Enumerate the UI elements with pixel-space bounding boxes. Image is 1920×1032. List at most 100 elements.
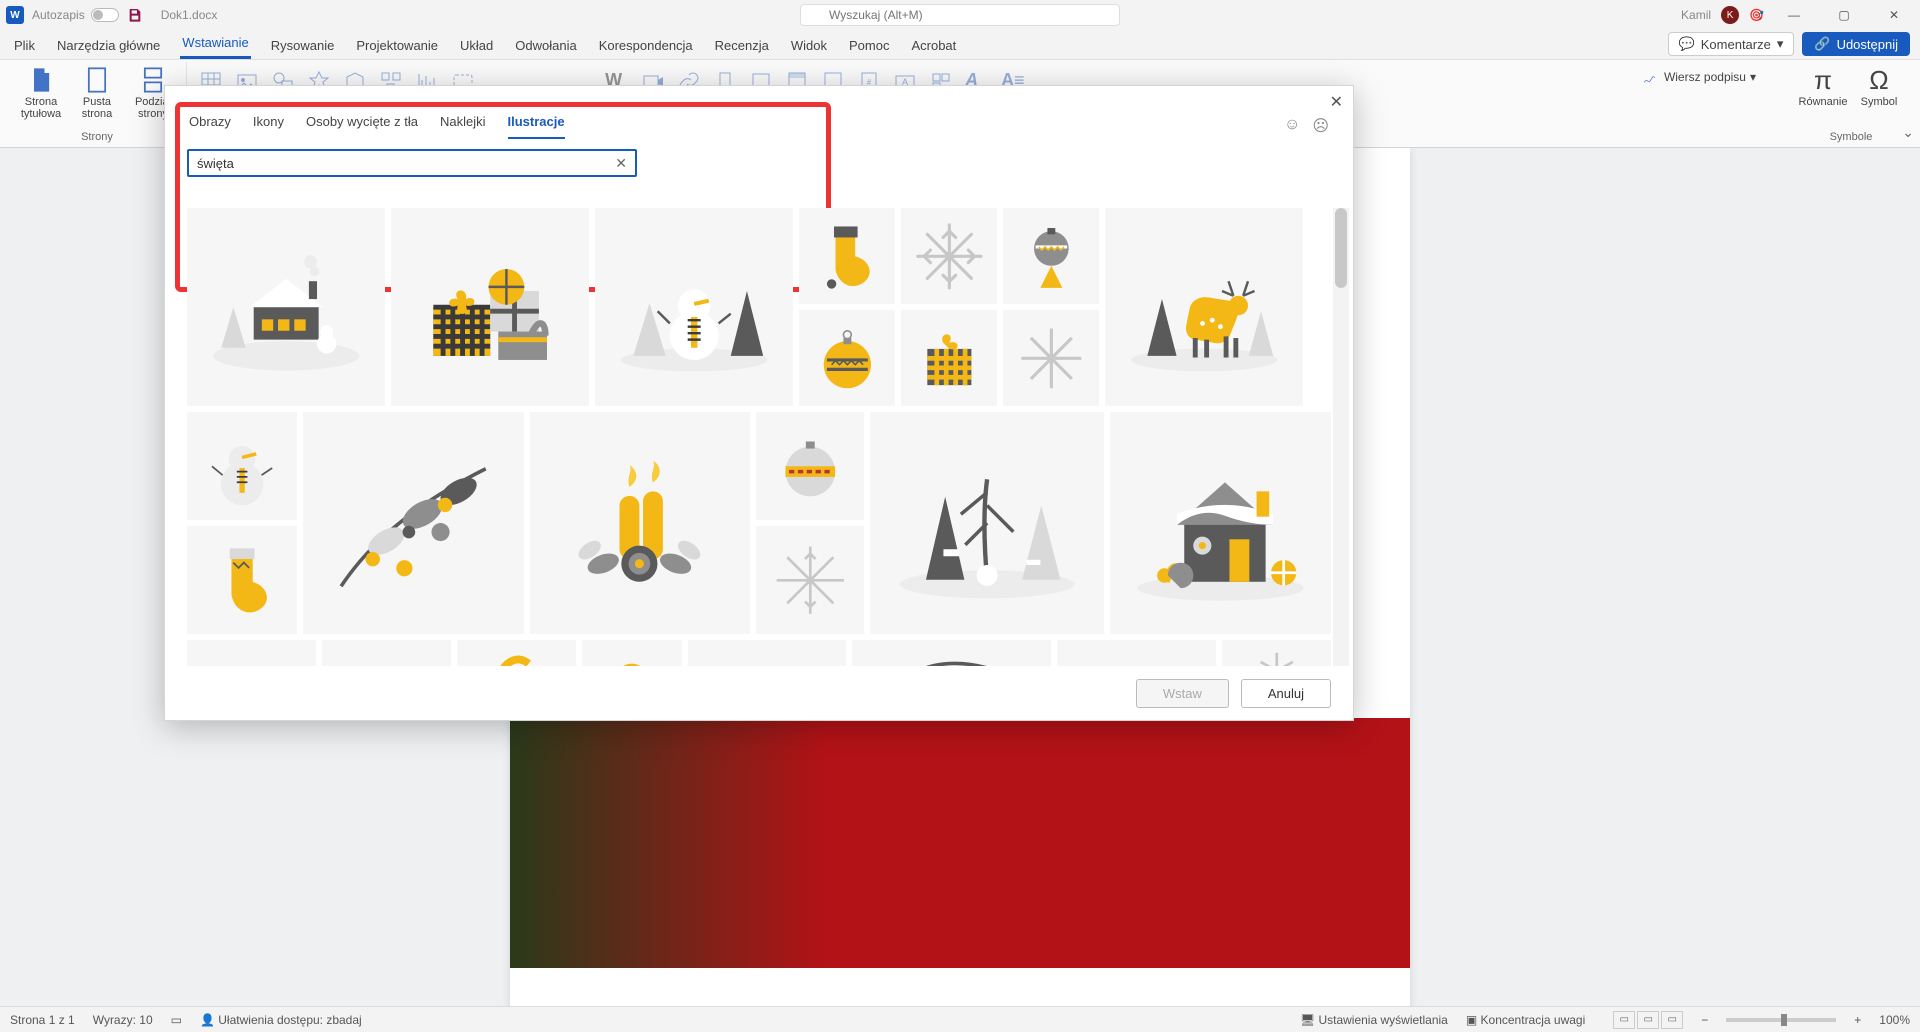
tab-recenzja[interactable]: Recenzja <box>713 32 771 59</box>
stocking-icon <box>808 217 887 296</box>
ribbon-group-strony: Strona tytułowa Pusta strona Podział str… <box>8 62 187 147</box>
gallery-scrollbar[interactable] <box>1333 208 1349 666</box>
cancel-button[interactable]: Anuluj <box>1241 679 1331 708</box>
close-window-icon[interactable]: ✕ <box>1874 5 1914 25</box>
tab-pomoc[interactable]: Pomoc <box>847 32 891 59</box>
insert-button[interactable]: Wstaw <box>1136 679 1229 708</box>
maximize-icon[interactable]: ▢ <box>1824 5 1864 25</box>
user-avatar[interactable]: K <box>1721 6 1739 24</box>
equation-button[interactable]: π Równanie <box>1798 66 1848 108</box>
illustration-tile[interactable] <box>391 208 589 406</box>
signature-icon <box>1642 68 1660 86</box>
illustration-tile[interactable] <box>322 640 451 666</box>
tab-projektowanie[interactable]: Projektowanie <box>354 32 440 59</box>
zoom-level[interactable]: 100% <box>1879 1013 1910 1027</box>
tab-plik[interactable]: Plik <box>12 32 37 59</box>
save-icon[interactable] <box>127 7 143 23</box>
share-icon: 🔗 <box>1814 36 1830 52</box>
scrollbar-thumb[interactable] <box>1335 208 1347 288</box>
gift-boxes-icon <box>409 226 571 388</box>
a11y-check[interactable]: 👤 Ułatwienia dostępu: zbadaj <box>200 1013 362 1027</box>
illustration-tile[interactable] <box>457 640 576 666</box>
illustration-tile[interactable] <box>187 526 297 634</box>
web-layout-icon[interactable]: ▭ <box>1661 1011 1683 1029</box>
tab-narzedzia[interactable]: Narzędzia główne <box>55 32 162 59</box>
print-layout-icon[interactable]: ▭ <box>1637 1011 1659 1029</box>
illustration-tile[interactable] <box>756 412 864 520</box>
blank-page-icon <box>83 66 111 94</box>
read-mode-icon[interactable]: ▭ <box>1613 1011 1635 1029</box>
statusbar: Strona 1 z 1 Wyrazy: 10 ▭ 👤 Ułatwienia d… <box>0 1006 1920 1032</box>
illustration-tile[interactable] <box>799 208 895 304</box>
tab-widok[interactable]: Widok <box>789 32 829 59</box>
focus-mode[interactable]: ▣ Koncentracja uwagi <box>1466 1013 1585 1027</box>
illustration-tile[interactable] <box>187 640 316 666</box>
close-dialog-icon[interactable]: ✕ <box>1330 92 1343 112</box>
autosave-toggle[interactable]: Autozapis <box>32 8 119 22</box>
view-mode-icons: ▭ ▭ ▭ <box>1613 1011 1683 1029</box>
illustration-tile[interactable] <box>870 412 1104 634</box>
tab-obrazy[interactable]: Obrazy <box>189 114 231 139</box>
minimize-icon[interactable]: — <box>1774 5 1814 25</box>
clear-search-icon[interactable]: ✕ <box>615 155 627 172</box>
smile-icon[interactable]: ☺ <box>1284 116 1300 136</box>
illustration-tile[interactable] <box>901 208 997 304</box>
frown-icon[interactable]: ☹ <box>1312 116 1329 136</box>
snowflake-icon <box>910 217 989 296</box>
display-settings[interactable]: 🖥 Ustawienia wyświetlania <box>1300 1013 1448 1027</box>
tell-me-input[interactable] <box>800 4 1120 26</box>
illustration-tile[interactable] <box>530 412 751 634</box>
toggle-switch-icon[interactable] <box>91 8 119 22</box>
page-indicator[interactable]: Strona 1 z 1 <box>10 1013 75 1027</box>
comments-button[interactable]: 💬 Komentarze ▾ <box>1668 32 1795 56</box>
language-icon[interactable]: ▭ <box>171 1013 182 1027</box>
illustration-tile[interactable] <box>187 208 385 406</box>
blank-page-button[interactable]: Pusta strona <box>72 66 122 120</box>
illustration-tile[interactable] <box>595 208 793 406</box>
illustration-tile[interactable] <box>901 310 997 406</box>
share-button[interactable]: 🔗 Udostępnij <box>1802 32 1910 56</box>
mic-icon[interactable]: 🎯 <box>1749 8 1764 22</box>
tab-odwolania[interactable]: Odwołania <box>513 32 578 59</box>
snowman-mini-icon <box>197 422 287 511</box>
tab-korespondencja[interactable]: Korespondencja <box>597 32 695 59</box>
illustration-tile[interactable] <box>582 640 681 666</box>
illustration-tile[interactable] <box>688 640 847 666</box>
symbol-button[interactable]: Ω Symbol <box>1854 66 1904 108</box>
illustration-tile[interactable] <box>1110 412 1331 634</box>
dialog-search-input[interactable] <box>197 156 615 171</box>
illustration-tile[interactable] <box>303 412 524 634</box>
illustration-tile[interactable] <box>852 640 1051 666</box>
tab-osoby[interactable]: Osoby wycięte z tła <box>306 114 418 139</box>
signature-line-button[interactable]: Wiersz podpisu ▾ <box>1638 66 1760 88</box>
dialog-search-box[interactable]: ✕ <box>187 149 637 177</box>
zoom-in-icon[interactable]: + <box>1854 1013 1861 1027</box>
stocking-mini-icon <box>197 536 287 625</box>
tell-me-search[interactable]: 🔍 <box>800 4 1120 26</box>
tab-naklejki[interactable]: Naklejki <box>440 114 486 139</box>
illustration-tile[interactable] <box>1003 310 1099 406</box>
tab-rysowanie[interactable]: Rysowanie <box>269 32 337 59</box>
illustration-tile[interactable] <box>1222 640 1331 666</box>
tab-wstawianie[interactable]: Wstawianie <box>180 29 250 59</box>
page-break-icon <box>139 66 167 94</box>
illustration-tile[interactable] <box>187 412 297 520</box>
ribbon-collapse-icon[interactable]: ⌄ <box>1902 124 1914 141</box>
snowflake-icon <box>1012 319 1091 398</box>
tab-uklad[interactable]: Układ <box>458 32 495 59</box>
document-name: Dok1.docx <box>161 8 218 22</box>
illustration-tile[interactable] <box>799 310 895 406</box>
zoom-slider[interactable] <box>1726 1018 1836 1022</box>
ornament-grey-icon <box>1012 217 1091 296</box>
illustration-tile[interactable] <box>1003 208 1099 304</box>
tab-ilustracje[interactable]: Ilustracje <box>508 114 565 139</box>
word-count[interactable]: Wyrazy: 10 <box>93 1013 153 1027</box>
tab-ikony[interactable]: Ikony <box>253 114 284 139</box>
tab-acrobat[interactable]: Acrobat <box>909 32 958 59</box>
cover-page-button[interactable]: Strona tytułowa <box>16 66 66 120</box>
illustration-tile[interactable] <box>1105 208 1303 406</box>
illustration-tile[interactable] <box>1057 640 1216 666</box>
illustration-tile[interactable] <box>756 526 864 634</box>
zoom-out-icon[interactable]: − <box>1701 1013 1708 1027</box>
chevron-down-icon: ▾ <box>1750 70 1756 84</box>
